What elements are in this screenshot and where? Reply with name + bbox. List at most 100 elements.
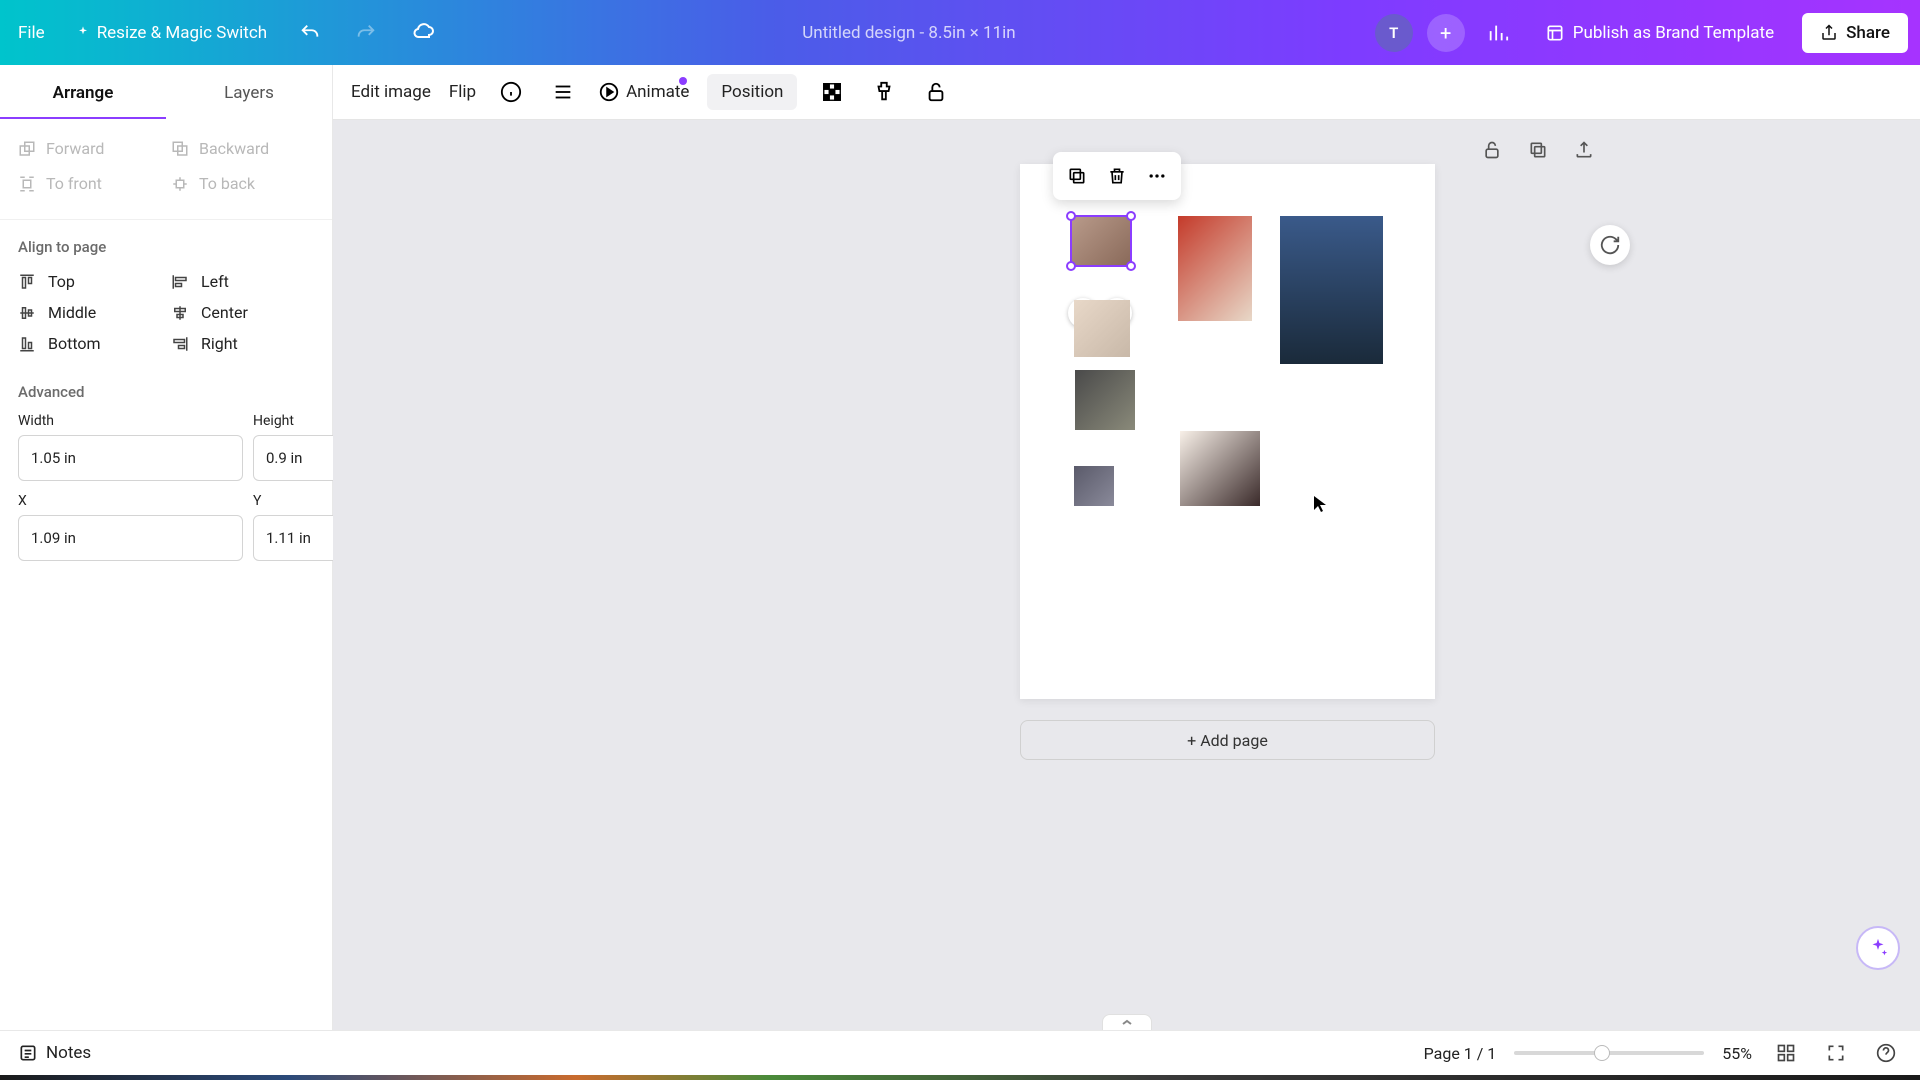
x-label: X (18, 493, 243, 509)
canvas-image[interactable] (1178, 216, 1252, 321)
width-input[interactable] (18, 435, 243, 481)
tab-arrange[interactable]: Arrange (0, 65, 166, 119)
position-button[interactable]: Position (707, 74, 797, 110)
align-left-button[interactable]: Left (171, 272, 314, 291)
cloud-sync-button[interactable] (403, 13, 443, 53)
canvas-image[interactable] (1074, 300, 1130, 357)
align-top-button[interactable]: Top (18, 272, 161, 291)
x-input[interactable] (18, 515, 243, 561)
resize-handle-sw[interactable] (1066, 261, 1076, 271)
align-center-button[interactable]: Center (171, 303, 314, 322)
os-taskbar (0, 1075, 1920, 1080)
bottombar: Notes Page 1 / 1 55% (0, 1030, 1920, 1075)
to-back-label: To back (199, 174, 255, 193)
share-button[interactable]: Share (1802, 13, 1908, 53)
notes-label: Notes (46, 1043, 91, 1063)
sparkle-icon (75, 25, 91, 41)
zoom-slider[interactable] (1514, 1051, 1704, 1055)
to-back-icon (171, 175, 189, 193)
position-panel: Arrange Layers Forward Backward To front… (0, 65, 333, 1030)
main: Arrange Layers Forward Backward To front… (0, 65, 1920, 1030)
topbar: File Resize & Magic Switch Untitled desi… (0, 0, 1920, 65)
publish-brand-template-button[interactable]: Publish as Brand Template (1531, 15, 1788, 51)
align-left-label: Left (201, 272, 229, 291)
align-center-icon (171, 304, 189, 322)
forward-icon (18, 140, 36, 158)
grid-view-button[interactable] (1770, 1037, 1802, 1069)
context-toolbar: Edit image Flip Animate Position (333, 65, 1920, 120)
share-icon (1820, 24, 1838, 42)
align-middle-button[interactable]: Middle (18, 303, 161, 322)
copy-style-button[interactable] (867, 75, 901, 109)
to-front-icon (18, 175, 36, 193)
duplicate-button[interactable] (1059, 158, 1095, 194)
redo-button[interactable] (347, 14, 385, 52)
canvas-image[interactable] (1074, 466, 1114, 506)
canvas-image[interactable] (1075, 370, 1135, 430)
list-button[interactable] (546, 75, 580, 109)
share-label: Share (1846, 23, 1890, 43)
page-1[interactable] (1020, 164, 1435, 699)
canvas-viewport[interactable]: + Add page (333, 120, 1920, 1030)
lock-button[interactable] (919, 75, 953, 109)
zoom-thumb[interactable] (1594, 1045, 1610, 1061)
page-actions (1476, 134, 1600, 166)
info-button[interactable] (494, 75, 528, 109)
add-collaborator-button[interactable]: + (1427, 14, 1465, 52)
template-icon (1545, 23, 1565, 43)
resize-handle-nw[interactable] (1066, 211, 1076, 221)
width-label: Width (18, 413, 243, 429)
resize-handle-se[interactable] (1126, 261, 1136, 271)
publish-label: Publish as Brand Template (1573, 23, 1774, 43)
backward-label: Backward (199, 139, 269, 158)
topbar-left: File Resize & Magic Switch (12, 13, 443, 53)
align-middle-icon (18, 304, 36, 322)
expand-tray-button[interactable] (1102, 1014, 1152, 1030)
canvas-area: Edit image Flip Animate Position (333, 65, 1920, 1030)
resize-handle-ne[interactable] (1126, 211, 1136, 221)
help-button[interactable] (1870, 1037, 1902, 1069)
export-page-button[interactable] (1568, 134, 1600, 166)
fullscreen-button[interactable] (1820, 1037, 1852, 1069)
magic-fab-button[interactable] (1856, 926, 1900, 970)
align-section-title: Align to page (0, 220, 332, 264)
notes-button[interactable]: Notes (18, 1043, 91, 1063)
user-avatar[interactable]: T (1375, 14, 1413, 52)
align-bottom-button[interactable]: Bottom (18, 334, 161, 353)
undo-button[interactable] (291, 14, 329, 52)
canvas-image[interactable] (1180, 431, 1260, 506)
flip-button[interactable]: Flip (449, 82, 476, 102)
align-right-label: Right (201, 334, 238, 353)
topbar-right: T + Publish as Brand Template Share (1375, 13, 1908, 53)
more-button[interactable] (1139, 158, 1175, 194)
file-menu-button[interactable]: File (12, 15, 51, 51)
edit-image-button[interactable]: Edit image (351, 82, 431, 102)
to-front-button: To front (18, 168, 161, 199)
canvas-image[interactable] (1280, 216, 1383, 364)
document-title[interactable]: Untitled design - 8.5in × 11in (443, 23, 1375, 43)
notes-icon (18, 1043, 38, 1063)
advanced-section-title: Advanced (0, 365, 332, 405)
layer-actions: Forward Backward To front To back (0, 119, 332, 220)
align-grid: Top Left Middle Center Bottom Right (0, 264, 332, 365)
backward-button: Backward (171, 133, 314, 164)
align-left-icon (171, 273, 189, 291)
align-right-button[interactable]: Right (171, 334, 314, 353)
duplicate-page-button[interactable] (1522, 134, 1554, 166)
zoom-value[interactable]: 55% (1722, 1044, 1752, 1063)
page-lock-button[interactable] (1476, 134, 1508, 166)
delete-button[interactable] (1099, 158, 1135, 194)
analytics-button[interactable] (1479, 14, 1517, 52)
align-right-icon (171, 335, 189, 353)
resize-magic-switch-button[interactable]: Resize & Magic Switch (69, 15, 273, 51)
selection-toolbar (1053, 152, 1181, 200)
canvas-image-selected[interactable] (1072, 217, 1130, 265)
transparency-button[interactable] (815, 75, 849, 109)
regenerate-button[interactable] (1590, 225, 1630, 265)
animate-button[interactable]: Animate (598, 75, 689, 109)
to-front-label: To front (46, 174, 102, 193)
page-indicator[interactable]: Page 1 / 1 (1424, 1044, 1497, 1063)
tab-layers[interactable]: Layers (166, 65, 332, 119)
add-page-button[interactable]: + Add page (1020, 720, 1435, 760)
forward-button: Forward (18, 133, 161, 164)
